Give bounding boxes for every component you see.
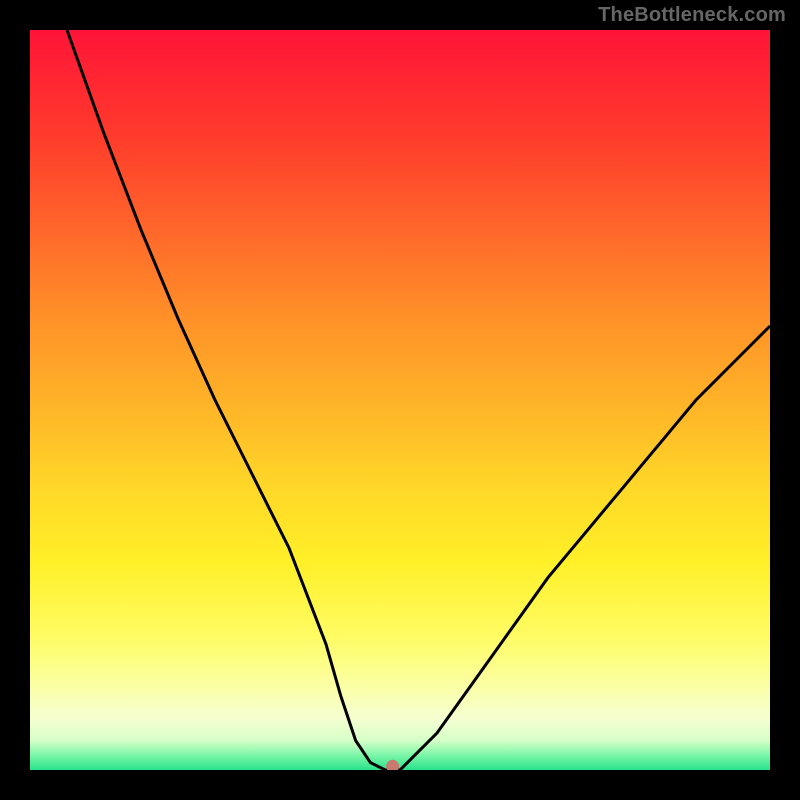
plot-area: [30, 30, 770, 770]
curve-svg: [30, 30, 770, 770]
bottleneck-curve: [67, 30, 770, 770]
optimal-point-marker: [387, 760, 399, 770]
chart-frame: TheBottleneck.com: [0, 0, 800, 800]
watermark-text: TheBottleneck.com: [598, 4, 786, 27]
